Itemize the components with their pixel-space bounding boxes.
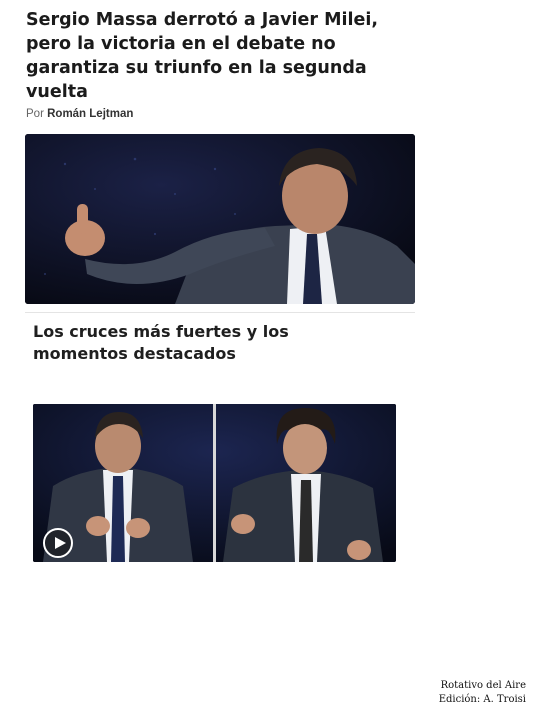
play-icon bbox=[55, 537, 66, 549]
video-thumbnail-illustration bbox=[33, 404, 396, 562]
section-divider bbox=[25, 312, 415, 313]
hero-photo-illustration bbox=[25, 134, 415, 304]
byline: Por Román Lejtman bbox=[26, 108, 133, 120]
play-button[interactable] bbox=[43, 528, 73, 558]
credit-edition: Edición: A. Troisi bbox=[438, 694, 526, 705]
credit-source: Rotativo del Aire bbox=[440, 680, 526, 691]
hero-photo[interactable] bbox=[25, 134, 415, 304]
article-headline[interactable]: Sergio Massa derrotó a Javier Milei, per… bbox=[26, 8, 406, 104]
credit-block: Rotativo del Aire Edición: A. Troisi bbox=[439, 679, 526, 707]
video-thumbnail[interactable] bbox=[33, 404, 396, 562]
related-heading[interactable]: Los cruces más fuertes y los momentos de… bbox=[33, 321, 363, 365]
byline-prefix: Por bbox=[26, 108, 44, 120]
author-name[interactable]: Román Lejtman bbox=[47, 108, 133, 120]
